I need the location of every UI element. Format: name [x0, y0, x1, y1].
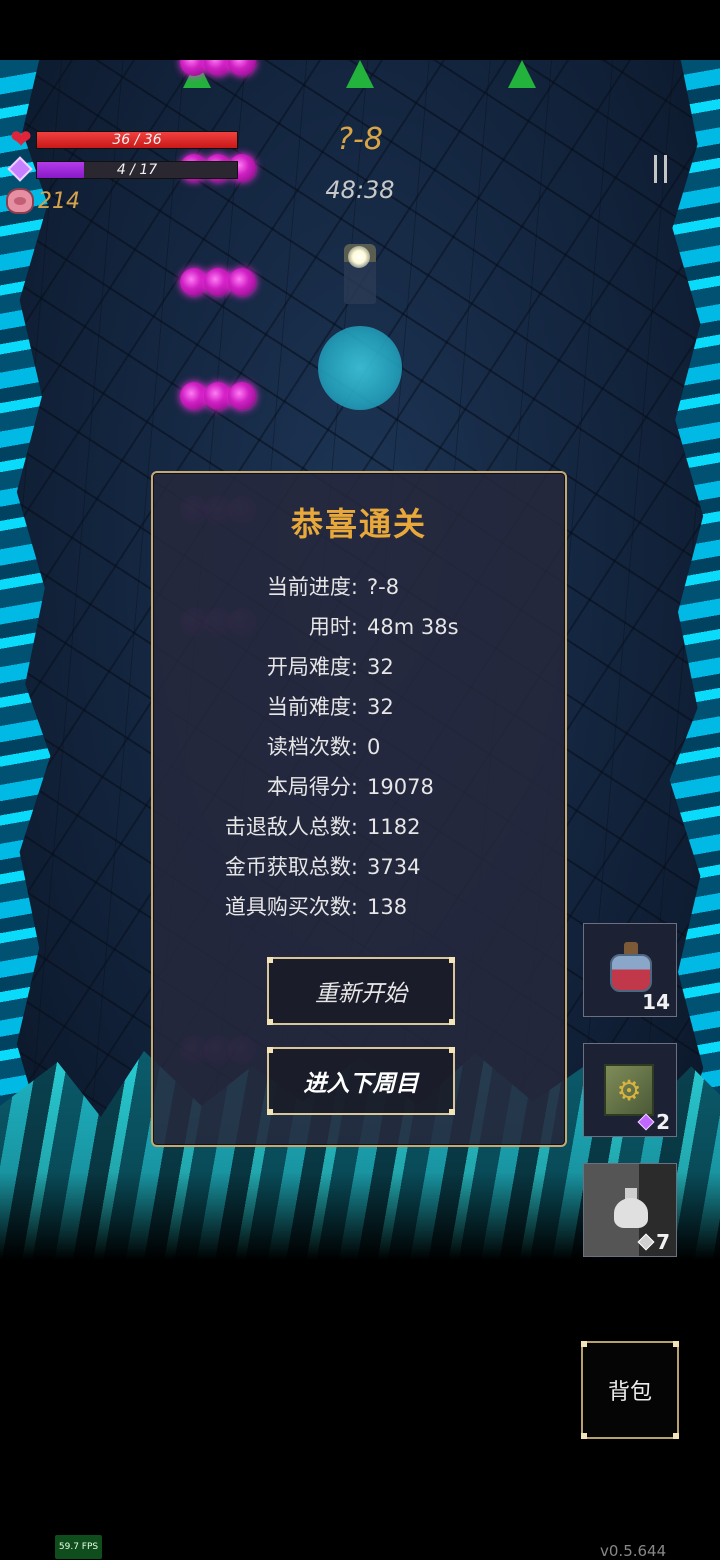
stat-value: 3734: [367, 855, 421, 879]
enemy-group: [180, 268, 256, 296]
gold-count: 214: [38, 189, 80, 214]
item-slot-vase[interactable]: 7: [583, 1163, 677, 1257]
mp-bar: 4 / 17: [36, 161, 238, 179]
stat-label: 击退敌人总数:: [224, 815, 358, 839]
enemy-orb: [228, 268, 256, 296]
stat-row: 本局得分: 19078: [153, 767, 565, 807]
stats-list: 当前进度: ?-8 用时: 48m 38s 开局难度: 32 当前难度: 32 …: [153, 567, 565, 927]
pig-icon: [6, 188, 34, 214]
stat-value: 48m 38s: [367, 615, 459, 639]
stat-row: 当前进度: ?-8: [153, 567, 565, 607]
pause-icon: [663, 155, 667, 183]
gem-icon: [637, 1113, 655, 1131]
gem-icon: [637, 1233, 655, 1251]
stat-row: 当前难度: 32: [153, 687, 565, 727]
next-cycle-button[interactable]: 进入下周目: [267, 1047, 455, 1115]
heart-icon: ❤: [10, 125, 32, 155]
spawn-marker-icon: [508, 60, 536, 88]
item-count: 14: [642, 990, 670, 1014]
restart-button-label: 重新开始: [315, 981, 407, 1007]
item-slot-cube[interactable]: ⚙ 2: [583, 1043, 677, 1137]
stat-value: 32: [367, 655, 394, 679]
mp-text: 4 / 17: [116, 162, 158, 178]
vase-icon: [614, 1188, 648, 1228]
stat-label: 金币获取总数:: [224, 855, 358, 879]
stage-label: ?-8: [337, 122, 383, 157]
stat-label: 开局难度:: [266, 655, 358, 679]
lantern-light-icon: [348, 246, 370, 268]
stat-row: 击退敌人总数: 1182: [153, 807, 565, 847]
pause-button[interactable]: [648, 155, 672, 185]
stat-row: 道具购买次数: 138: [153, 887, 565, 927]
enemy-group: [180, 60, 256, 76]
stat-value: 19078: [367, 775, 434, 799]
stat-value: 138: [367, 895, 408, 919]
stat-label: 道具购买次数:: [224, 895, 358, 919]
item-count: 7: [637, 1230, 670, 1254]
stat-label: 用时:: [308, 615, 358, 639]
hp-bar: 36 / 36: [36, 131, 238, 149]
stat-label: 本局得分:: [266, 775, 358, 799]
potion-icon: [610, 942, 652, 992]
restart-button[interactable]: 重新开始: [267, 957, 455, 1025]
timer-label: 48:38: [325, 176, 395, 204]
stat-row: 用时: 48m 38s: [153, 607, 565, 647]
item-slot-potion[interactable]: 14: [583, 923, 677, 1017]
stat-label: 当前难度:: [266, 695, 358, 719]
stat-row: 金币获取总数: 3734: [153, 847, 565, 887]
dialog-title: 恭喜通关: [290, 505, 427, 543]
backpack-button[interactable]: 背包: [581, 1341, 679, 1439]
stat-label: 当前进度:: [266, 575, 358, 599]
enemy-group: [180, 382, 256, 410]
enemy-orb: [228, 60, 256, 76]
stat-row: 读档次数: 0: [153, 727, 565, 767]
cube-icon: ⚙: [604, 1064, 654, 1116]
spawn-marker-icon: [346, 60, 374, 88]
stat-value: 1182: [367, 815, 421, 839]
gem-icon: [9, 158, 31, 180]
hp-text: 36 / 36: [112, 132, 162, 148]
backpack-button-label: 背包: [607, 1380, 652, 1405]
pause-icon: [653, 155, 657, 183]
next-cycle-button-label: 进入下周目: [303, 1071, 419, 1097]
version-label: v0.5.644: [600, 1542, 667, 1560]
item-count: 2: [637, 1110, 670, 1134]
fps-counter: 59.7 FPS: [55, 1535, 102, 1559]
enemy-orb: [228, 382, 256, 410]
stat-value: ?-8: [367, 575, 400, 599]
player-aura: [318, 326, 402, 410]
stat-value: 0: [367, 735, 381, 759]
stat-row: 开局难度: 32: [153, 647, 565, 687]
stat-label: 读档次数:: [266, 735, 358, 759]
victory-dialog: 恭喜通关 当前进度: ?-8 用时: 48m 38s 开局难度: 32 当前难度…: [151, 471, 567, 1147]
stat-value: 32: [367, 695, 394, 719]
